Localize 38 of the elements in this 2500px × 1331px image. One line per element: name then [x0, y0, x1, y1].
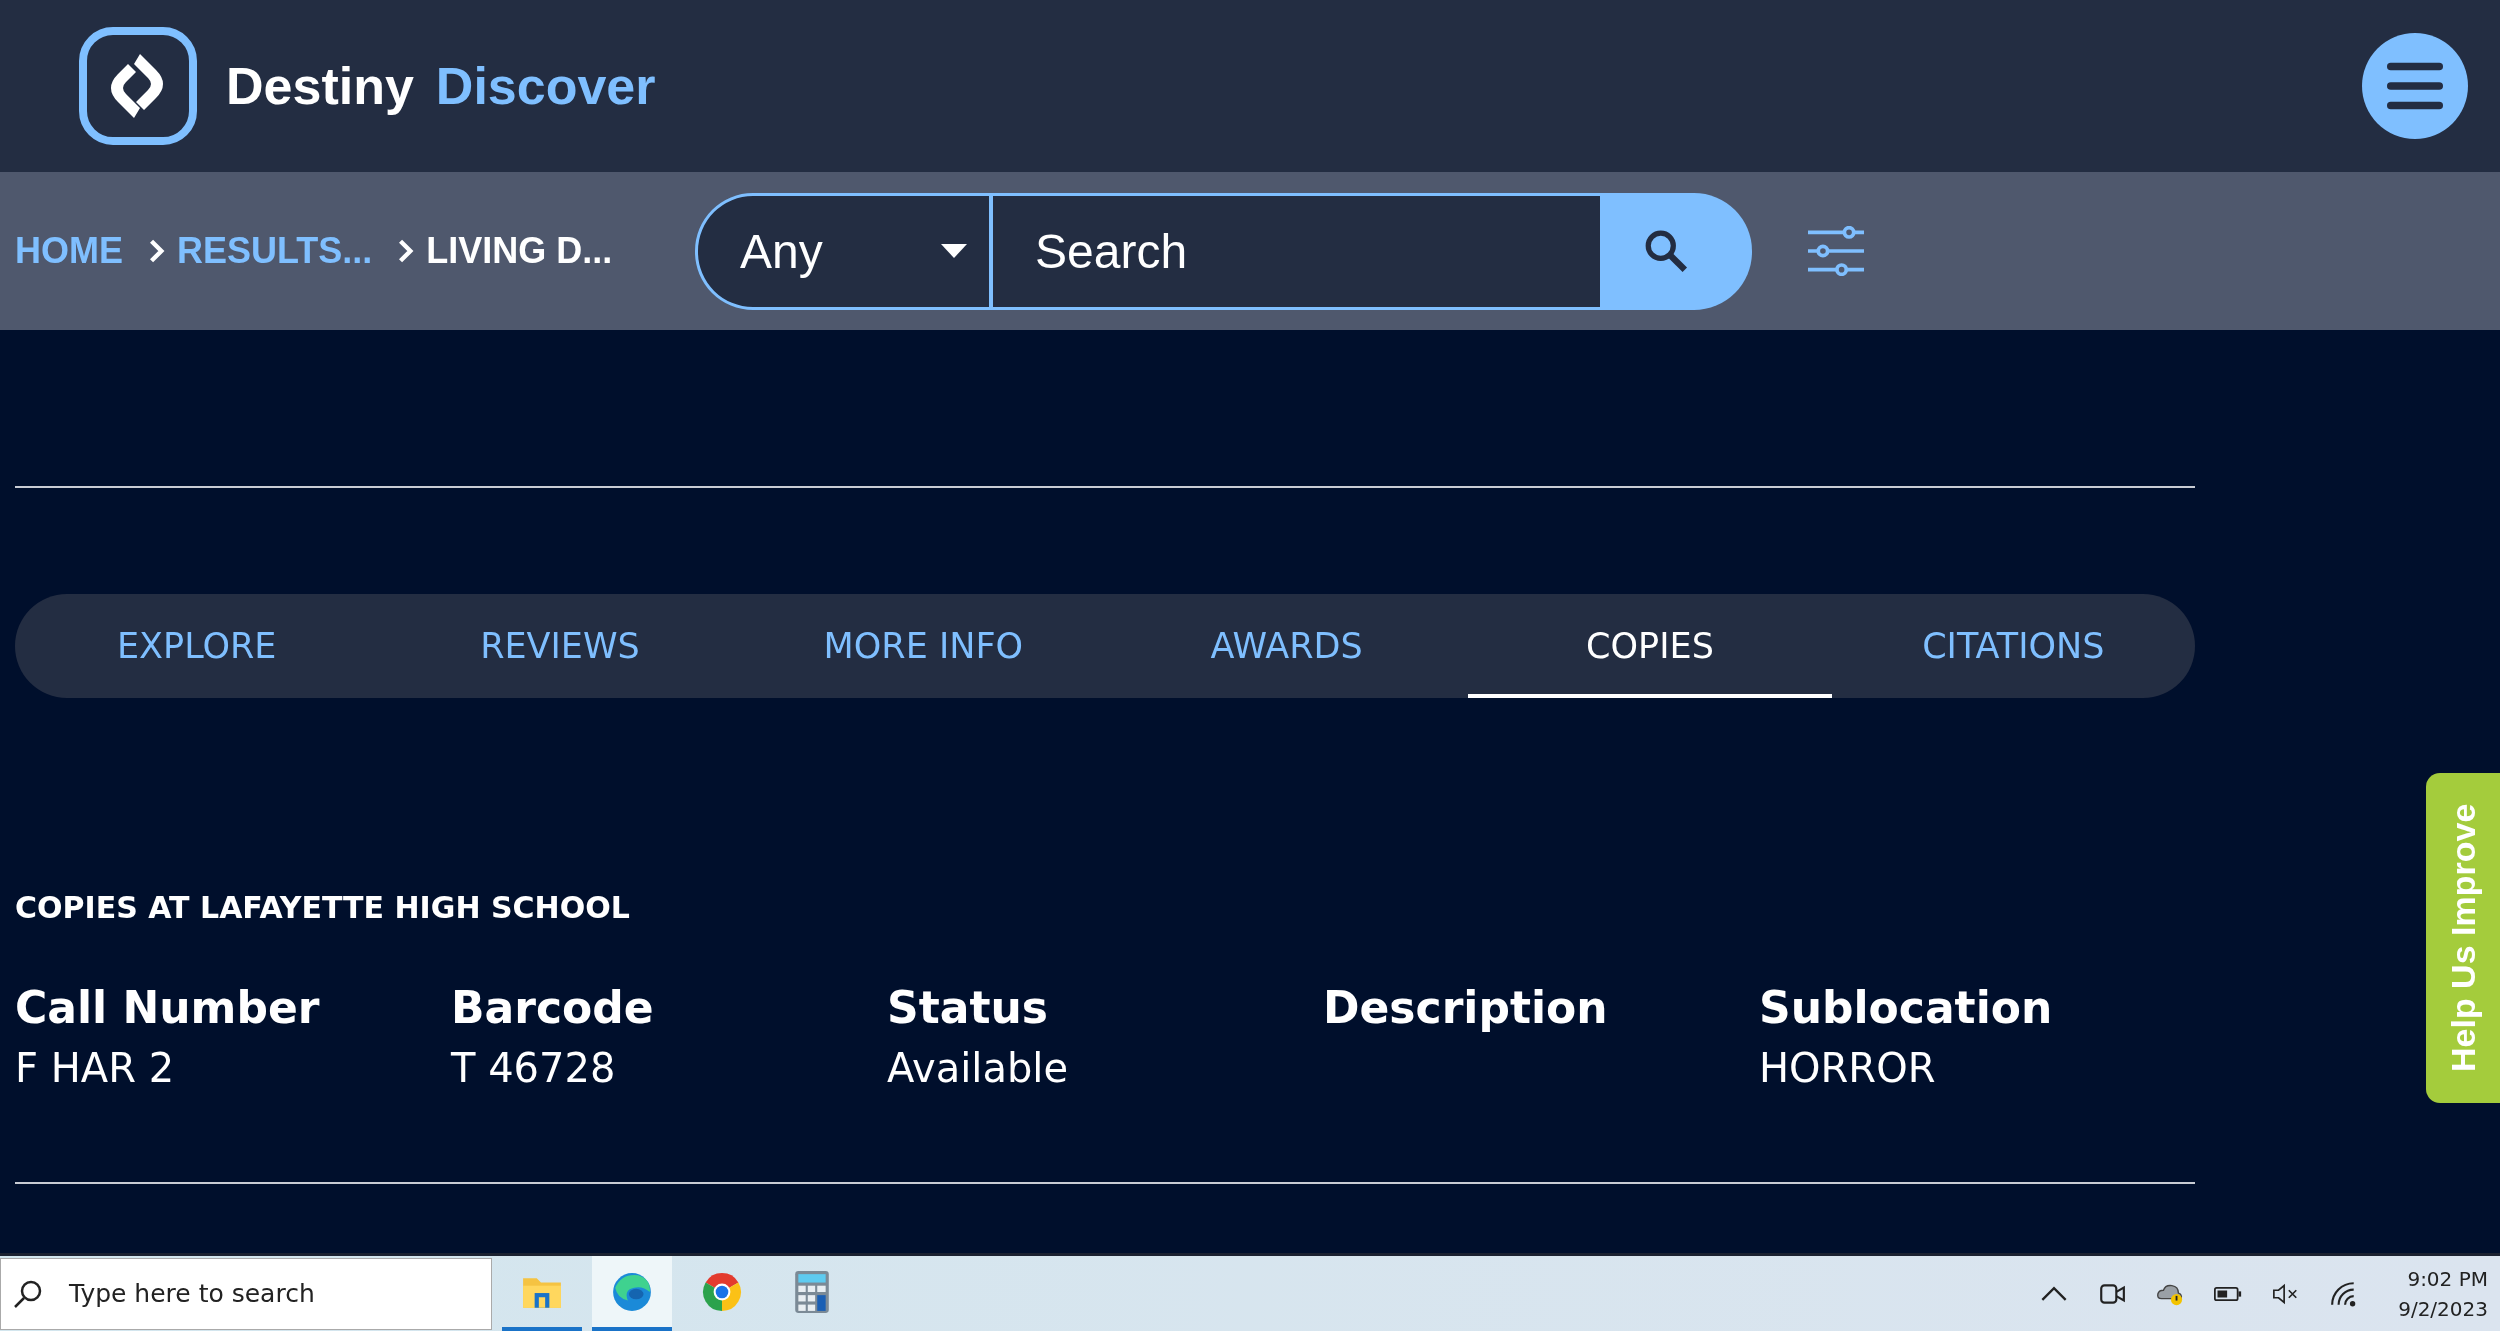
taskbar-app-button[interactable]	[592, 1256, 672, 1331]
table-cell-text: F HAR 2	[15, 1044, 176, 1093]
search-button[interactable]	[1600, 192, 1752, 310]
tab[interactable]: COPIES	[1468, 594, 1832, 698]
table-cell-text: HORROR	[1759, 1044, 1937, 1093]
chevron-icon	[149, 239, 165, 263]
scope-dropdown[interactable]: Any	[695, 192, 993, 310]
clock-time[interactable]: 9:02 PM	[2407, 1263, 2488, 1294]
tab[interactable]: MORE INFO	[741, 594, 1105, 698]
menu-icon	[2387, 62, 2443, 110]
table-cell-text: Available	[887, 1044, 1070, 1093]
browser-icon	[611, 1270, 653, 1313]
breadcrumb-link[interactable]: RESULTS...	[177, 230, 373, 272]
clock-date[interactable]: 9/2/2023	[2398, 1293, 2488, 1324]
column-header: Sublocation	[1759, 981, 2054, 1035]
section-heading: COPIES AT LAFAYETTE HIGH SCHOOL	[15, 889, 631, 927]
search-field[interactable]: Search	[993, 192, 1600, 310]
tab[interactable]: AWARDS	[1105, 594, 1469, 698]
column-header: Description	[1323, 981, 1609, 1035]
taskbar-search-field[interactable]: Type here to search	[0, 1257, 492, 1330]
filter-icon[interactable]	[1808, 226, 1864, 276]
search-icon	[1643, 228, 1689, 274]
logo-icon	[78, 26, 198, 146]
brand-name: Destiny	[226, 56, 414, 116]
tab[interactable]: CITATIONS	[1831, 594, 2195, 698]
column-header: Barcode	[451, 981, 655, 1035]
product-name: Discover	[435, 56, 656, 116]
table-cell-text: T 46728	[451, 1044, 617, 1093]
caret-icon	[941, 244, 967, 258]
chevron-icon	[398, 239, 415, 263]
column-header: Status	[887, 981, 1049, 1035]
browser-icon	[701, 1270, 743, 1313]
breadcrumb-link[interactable]: LIVING D...	[426, 230, 613, 272]
search-icon	[13, 1278, 43, 1309]
column-header: Call Number	[15, 981, 321, 1035]
tab[interactable]: EXPLORE	[15, 594, 379, 698]
breadcrumb-link[interactable]: HOME	[15, 230, 123, 272]
tab[interactable]: REVIEWS	[378, 594, 742, 698]
